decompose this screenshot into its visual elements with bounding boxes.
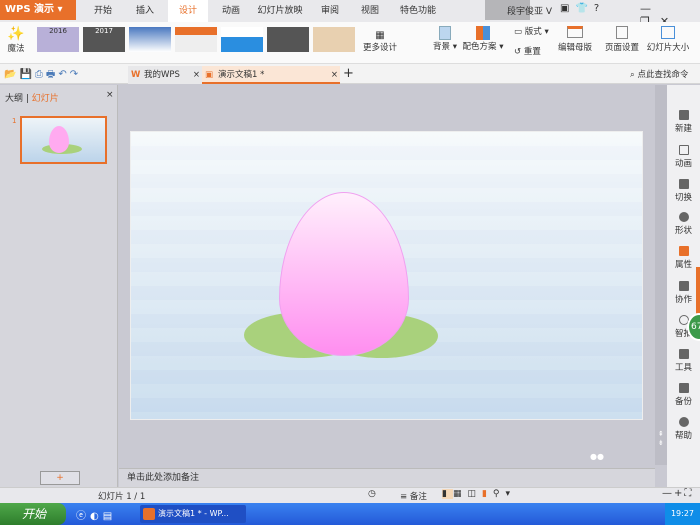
view-buttons[interactable]: ▮▦◫▮⚲▾ [442, 489, 516, 499]
clock: 19:27 [665, 503, 700, 525]
tab-review[interactable]: 审阅 [312, 0, 348, 22]
tab-insert[interactable]: 插入 [126, 0, 164, 22]
magic-button[interactable]: ✨ 魔法 [4, 26, 28, 54]
taskbar-item-presentation[interactable]: 演示文稿1 * - WP... [140, 505, 246, 523]
sidebar-shape[interactable]: 形状 [667, 212, 700, 236]
panel-tabs: 大纲 | 幻灯片 [5, 94, 59, 104]
animation-icon [678, 145, 689, 155]
template-thumb[interactable] [129, 27, 171, 52]
history-icon[interactable]: ◷ [368, 489, 376, 499]
sidebar-help[interactable]: 帮助 [667, 417, 700, 441]
slide-counter: 幻灯片 1 / 1 [98, 492, 146, 502]
sidebar-animation[interactable]: 动画 [667, 145, 700, 169]
presentation-icon: ▣ [205, 70, 214, 80]
close-panel-icon[interactable]: × [106, 90, 114, 100]
wps-app-icon [143, 508, 155, 520]
slide-number: 1 [12, 117, 17, 125]
template-thumb[interactable] [313, 27, 355, 52]
app-menu-button[interactable]: WPS 演示 ▾ [0, 0, 76, 20]
app-logo: WPS 演示 [5, 4, 55, 15]
doc-tab-mywps[interactable]: W 我的WPS × [128, 66, 202, 84]
sidebar-collab[interactable]: 协作 [667, 281, 700, 305]
slide-size-button[interactable]: 幻灯片大小 [644, 26, 692, 53]
edit-master-button[interactable]: 编辑母版 [556, 26, 594, 53]
tab-animation[interactable]: 动画 [212, 0, 250, 22]
quick-launch-icons[interactable]: ⓔ◐▤ [76, 507, 116, 522]
reset-button[interactable]: ↺ 重置 [514, 45, 541, 57]
tab-features[interactable]: 特色功能 [392, 0, 444, 22]
page-setup-button[interactable]: 页面设置 [603, 26, 641, 53]
template-thumb[interactable] [175, 27, 217, 52]
zoom-dots: ●● [590, 452, 604, 461]
start-button[interactable]: 开始 [0, 503, 66, 525]
add-slide-button[interactable]: + [40, 471, 80, 485]
tab-view[interactable]: 视图 [352, 0, 388, 22]
backup-icon [678, 383, 689, 393]
sidebar-backup[interactable]: 备份 [667, 383, 700, 407]
toolbox-icon [678, 349, 689, 359]
new-tab-button[interactable]: + [343, 66, 354, 81]
transition-icon [678, 179, 689, 189]
doc-tab-presentation[interactable]: ▣ 演示文稿1 * × [202, 66, 340, 84]
template-thumb[interactable]: 2016 [37, 27, 79, 52]
template-thumb[interactable] [221, 27, 263, 52]
sidebar-tools[interactable]: 工具 [667, 349, 700, 373]
tab-outline[interactable]: 大纲 [5, 94, 23, 104]
shape-icon [678, 212, 689, 222]
wps-icon: W [131, 70, 141, 80]
zoom-controls[interactable]: —+⛶ [662, 488, 693, 499]
command-search[interactable]: ⌕ 点此查找命令 [630, 68, 688, 80]
help-icon [678, 417, 689, 427]
slide-thumbnail[interactable] [20, 116, 107, 164]
background-button[interactable]: 背景 ▾ [430, 26, 460, 52]
people-icon [678, 281, 689, 291]
layout-button[interactable]: ▭ 版式 ▾ [514, 25, 549, 37]
tab-slides[interactable]: 幻灯片 [32, 94, 59, 104]
peach-shape[interactable] [279, 192, 409, 356]
tab-start[interactable]: 开始 [84, 0, 122, 22]
sidebar-transition[interactable]: 切换 [667, 179, 700, 203]
notes-field[interactable]: 单击此处添加备注 [119, 468, 655, 487]
template-thumb[interactable] [267, 27, 309, 52]
magic-wand-icon: ✨ [7, 26, 25, 42]
tab-slideshow[interactable]: 幻灯片放映 [252, 0, 308, 22]
slide[interactable] [130, 131, 643, 420]
template-thumb[interactable]: 2017 [83, 27, 125, 52]
tab-design[interactable]: 设计 [168, 0, 208, 22]
color-scheme-button[interactable]: 配色方案 ▾ [462, 26, 504, 52]
properties-icon [678, 246, 689, 256]
new-file-icon [678, 110, 689, 120]
close-icon[interactable]: × [193, 66, 200, 84]
user-name[interactable]: 段宇俊亚 V [507, 4, 552, 17]
close-icon[interactable]: × [331, 66, 338, 84]
vertical-scrollbar[interactable] [655, 85, 667, 465]
more-designs-button[interactable]: ▦ 更多设计 [360, 30, 400, 53]
quick-access-icons[interactable]: 📂💾⎙🖶↶↷ [4, 67, 81, 84]
window-icons[interactable]: ▣👕? [560, 3, 605, 14]
notes-toggle[interactable]: ≡ 备注 [400, 490, 427, 502]
sidebar-new[interactable]: 新建 [667, 110, 700, 134]
page-nav-buttons[interactable]: ⇞ ⇟ [658, 430, 664, 448]
